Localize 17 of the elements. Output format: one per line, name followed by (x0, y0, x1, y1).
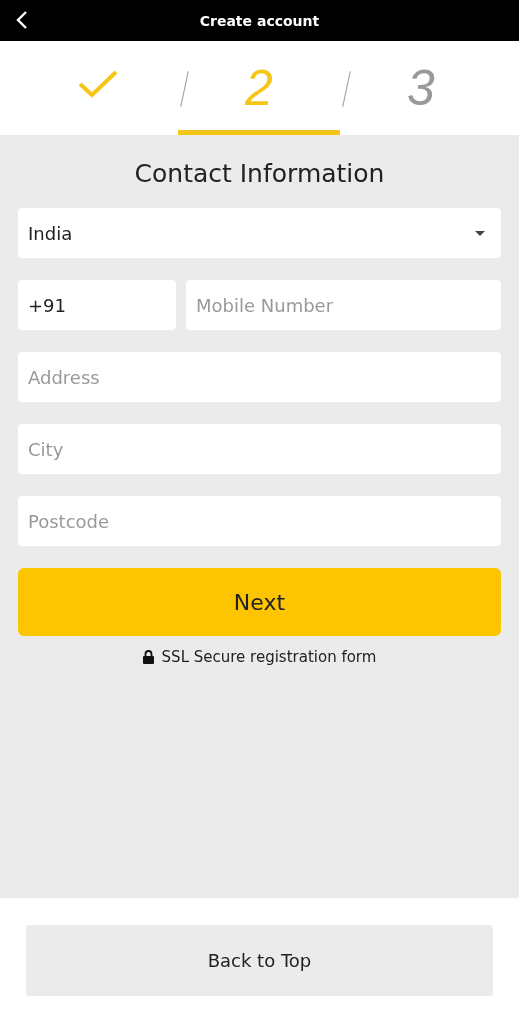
section-title: Contact Information (133, 159, 386, 188)
checkmark-icon (78, 69, 118, 99)
page-title: Create account (199, 12, 320, 29)
text-field[interactable]: City (18, 424, 501, 474)
text-field[interactable]: Postcode (18, 496, 501, 546)
phone-code-field[interactable]: +91 (18, 280, 176, 330)
next-button[interactable]: Next (18, 568, 501, 636)
security-note: SSL Secure registration form (161, 648, 377, 666)
dropdown-caret-icon (475, 230, 485, 236)
back-to-top-button[interactable]: Back to Top (26, 925, 493, 996)
text-field[interactable]: Address (18, 352, 501, 402)
step-number: 3 (407, 59, 435, 117)
country-dropdown[interactable]: India (18, 208, 501, 258)
lock-icon (142, 650, 154, 664)
back-chevron-icon (16, 10, 28, 30)
step-number: 2 (245, 59, 273, 117)
mobile-number-field[interactable]: Mobile Number (186, 280, 501, 330)
